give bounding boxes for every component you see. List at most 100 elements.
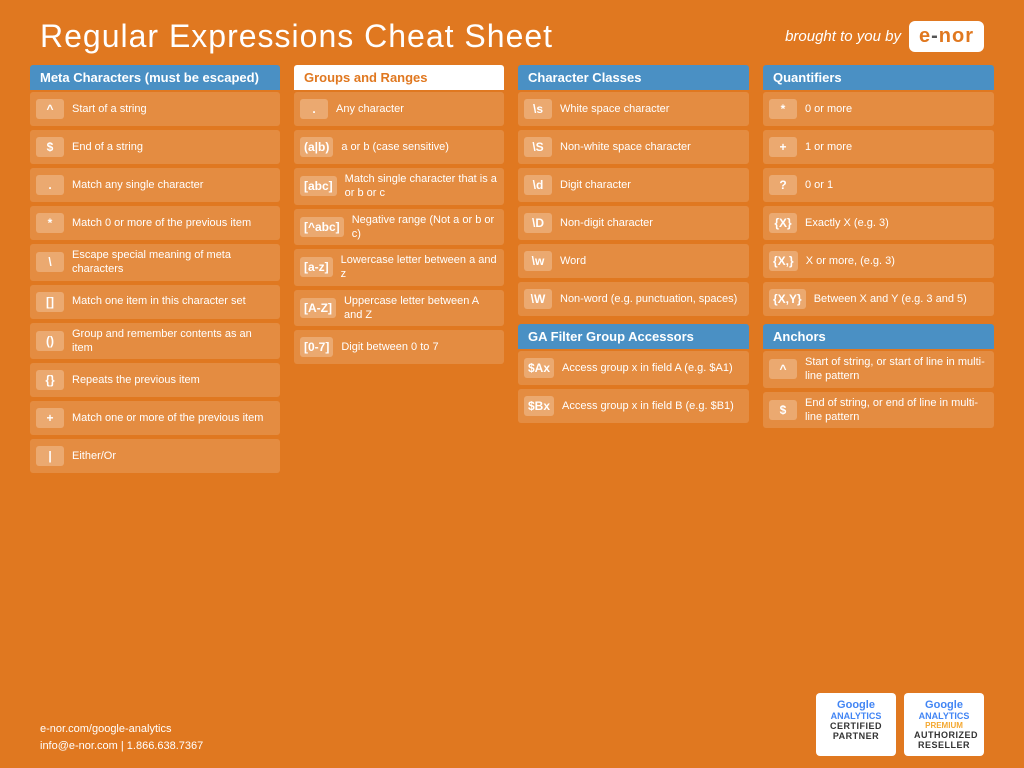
page-header: Regular Expressions Cheat Sheet brought … xyxy=(0,0,1024,65)
list-item: .Any character xyxy=(294,92,504,126)
premium-text: PREMIUM xyxy=(914,721,974,730)
item-desc: X or more, (e.g. 3) xyxy=(806,254,895,268)
item-desc: 0 or 1 xyxy=(805,178,833,192)
item-key: \W xyxy=(524,289,552,309)
list-item: [^abc]Negative range (Not a or b or c) xyxy=(294,209,504,246)
meta-characters-list: ^Start of a string$End of a string.Match… xyxy=(30,92,280,473)
list-item: ?0 or 1 xyxy=(763,168,994,202)
character-classes-section: Character Classes \s White space characte… xyxy=(518,65,749,316)
item-key: (a|b) xyxy=(300,137,333,157)
item-desc: Uppercase letter between A and Z xyxy=(344,294,498,323)
item-key: + xyxy=(36,408,64,428)
item-desc: Repeats the previous item xyxy=(72,373,200,387)
item-key: * xyxy=(769,99,797,119)
list-item: {X}Exactly X (e.g. 3) xyxy=(763,206,994,240)
item-desc: Match one or more of the previous item xyxy=(72,411,263,425)
main-content: Meta Characters (must be escaped) ^Start… xyxy=(0,65,1024,473)
brand-area: brought to you by e-nor xyxy=(785,21,984,52)
google-text-1: Google xyxy=(826,699,886,711)
list-item: \wWord xyxy=(518,244,749,278)
footer-badges: Google ANALYTICS CERTIFIED PARTNER Googl… xyxy=(816,693,984,756)
item-key: [0-7] xyxy=(300,337,333,357)
item-key: \S xyxy=(524,137,552,157)
brand-prefix: brought to you by xyxy=(785,28,901,45)
google-analytics-badge: Google ANALYTICS CERTIFIED PARTNER xyxy=(816,693,896,756)
list-item: \DNon-digit character xyxy=(518,206,749,240)
item-desc: Match single character that is a or b or… xyxy=(345,172,498,201)
item-key: . xyxy=(36,175,64,195)
item-key: $ xyxy=(769,400,797,420)
item-desc: Non-white space character xyxy=(560,140,691,154)
item-key: [^abc] xyxy=(300,217,344,237)
analytics-text-1: ANALYTICS xyxy=(826,711,886,721)
list-item: (a|b)a or b (case sensitive) xyxy=(294,130,504,164)
brand-logo: e-nor xyxy=(909,21,984,52)
certified-text: CERTIFIED xyxy=(826,721,886,731)
google-premium-badge: Google ANALYTICS PREMIUM AUTHORIZED RESE… xyxy=(904,693,984,756)
ga-filter-section: GA Filter Group Accessors $AxAccess grou… xyxy=(518,324,749,428)
item-desc: White space character xyxy=(560,102,669,116)
list-item: [A-Z] Uppercase letter between A and Z xyxy=(294,290,504,327)
character-classes-header: Character Classes xyxy=(518,65,749,90)
item-desc: Exactly X (e.g. 3) xyxy=(805,216,889,230)
quantifiers-list: *0 or more +1 or more ?0 or 1 {X}Exactly X … xyxy=(763,92,994,316)
item-desc: Start of string, or start of line in mul… xyxy=(805,355,988,384)
item-key: [abc] xyxy=(300,176,337,196)
list-item: |Either/Or xyxy=(30,439,280,473)
item-key: | xyxy=(36,446,64,466)
list-item: $ End of a string xyxy=(30,130,280,164)
list-item: \Escape special meaning of meta characte… xyxy=(30,244,280,281)
list-item: [abc] Match single character that is a or… xyxy=(294,168,504,205)
item-desc: Match 0 or more of the previous item xyxy=(72,216,251,230)
item-key: \ xyxy=(36,252,64,272)
list-item: +1 or more xyxy=(763,130,994,164)
list-item: [0-7] Digit between 0 to 7 xyxy=(294,330,504,364)
item-desc: End of a string xyxy=(72,140,143,154)
item-key: {X,Y} xyxy=(769,289,806,309)
item-key: [] xyxy=(36,292,64,312)
list-item: {} Repeats the previous item xyxy=(30,363,280,397)
item-desc: Digit character xyxy=(560,178,631,192)
item-key: \s xyxy=(524,99,552,119)
anchors-list: ^Start of string, or start of line in mu… xyxy=(763,351,994,428)
item-desc: Group and remember contents as an item xyxy=(72,327,274,356)
footer-contact: e-nor.com/google-analytics info@e-nor.co… xyxy=(40,721,203,756)
item-key: + xyxy=(769,137,797,157)
item-key: $ xyxy=(36,137,64,157)
list-item: \W Non-word (e.g. punctuation, spaces) xyxy=(518,282,749,316)
list-item: \S Non-white space character xyxy=(518,130,749,164)
item-desc: Digit between 0 to 7 xyxy=(341,340,438,354)
list-item: *0 or more xyxy=(763,92,994,126)
footer-line2: info@e-nor.com | 1.866.638.7367 xyxy=(40,738,203,756)
item-key: \d xyxy=(524,175,552,195)
item-key: * xyxy=(36,213,64,233)
footer: e-nor.com/google-analytics info@e-nor.co… xyxy=(40,693,984,756)
item-key: [A-Z] xyxy=(300,298,336,318)
footer-line1: e-nor.com/google-analytics xyxy=(40,721,203,739)
google-text-2: Google xyxy=(914,699,974,711)
quantifiers-section: Quantifiers *0 or more+1 or more?0 or 1{… xyxy=(763,65,994,316)
reseller-label: RESELLER xyxy=(914,740,974,750)
right-bottom: GA Filter Group Accessors $AxAccess grou… xyxy=(518,324,994,428)
item-desc: Non-digit character xyxy=(560,216,653,230)
list-item: {X,Y}Between X and Y (e.g. 3 and 5) xyxy=(763,282,994,316)
list-item: $BxAccess group x in field B (e.g. $B1) xyxy=(518,389,749,423)
item-key: [a-z] xyxy=(300,257,333,277)
item-desc: Access group x in field B (e.g. $B1) xyxy=(562,399,734,413)
item-desc: Match one item in this character set xyxy=(72,294,246,308)
list-item: ^Start of string, or start of line in mu… xyxy=(763,351,994,388)
item-key: $Ax xyxy=(524,358,554,378)
item-desc: End of string, or end of line in multi-l… xyxy=(805,396,988,425)
groups-ranges-list: .Any character (a|b)a or b (case sensitiv… xyxy=(294,92,504,364)
item-desc: Any character xyxy=(336,102,404,116)
right-sections: Character Classes \s White space characte… xyxy=(518,65,994,473)
item-key: ^ xyxy=(36,99,64,119)
item-key: {} xyxy=(36,370,64,390)
item-desc: Match any single character xyxy=(72,178,203,192)
reseller-text: AUTHORIZED xyxy=(914,730,974,740)
groups-ranges-header: Groups and Ranges xyxy=(294,65,504,90)
item-desc: Non-word (e.g. punctuation, spaces) xyxy=(560,292,737,306)
anchors-header: Anchors xyxy=(763,324,994,349)
item-desc: Access group x in field A (e.g. $A1) xyxy=(562,361,733,375)
groups-ranges-section: Groups and Ranges .Any character (a|b)a o… xyxy=(294,65,504,473)
